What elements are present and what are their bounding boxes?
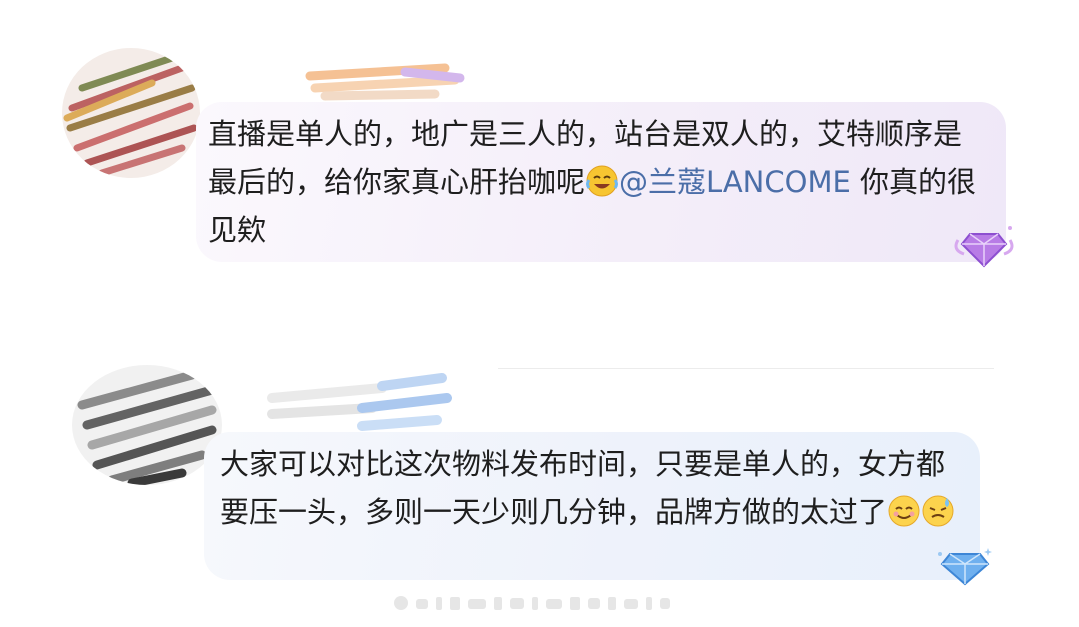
username-redacted[interactable] xyxy=(205,48,465,106)
laughing-crying-emoji-icon xyxy=(585,164,619,198)
diamond-badge-icon xyxy=(952,220,1016,272)
comment-item: 大家可以对比这次物料发布时间，只要是单人的，女方都要压一头，多则一天少则几分钟，… xyxy=(0,360,1079,600)
comment-item: 直播是单人的，地广是三人的，站台是双人的，艾特顺序是最后的，给你家真心肝抬咖呢 … xyxy=(0,40,1079,280)
comment-bubble: 直播是单人的，地广是三人的，站台是双人的，艾特顺序是最后的，给你家真心肝抬咖呢 … xyxy=(196,102,1006,262)
avatar[interactable] xyxy=(72,365,222,485)
comment-bubble: 大家可以对比这次物料发布时间，只要是单人的，女方都要压一头，多则一天少则几分钟，… xyxy=(204,432,980,580)
diamond-badge-icon xyxy=(936,544,994,588)
mention-link[interactable]: @兰蔻LANCOME xyxy=(619,165,851,199)
smiling-emoji-icon xyxy=(887,494,921,528)
comment-text: 大家可以对比这次物料发布时间，只要是单人的，女方都要压一头，多则一天少则几分钟，… xyxy=(220,440,970,536)
username-redacted[interactable] xyxy=(262,368,452,436)
avatar[interactable] xyxy=(62,48,200,178)
loading-placeholder xyxy=(394,594,674,612)
comment-body: 大家可以对比这次物料发布时间，只要是单人的，女方都要压一头，多则一天少则几分钟，… xyxy=(220,447,946,529)
comment-text: 直播是单人的，地广是三人的，站台是双人的，艾特顺序是最后的，给你家真心肝抬咖呢 … xyxy=(208,110,988,254)
sweating-emoji-icon xyxy=(921,494,955,528)
